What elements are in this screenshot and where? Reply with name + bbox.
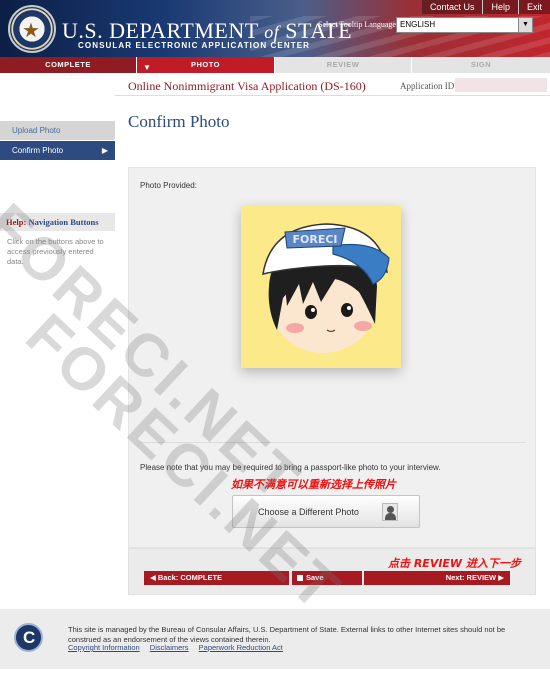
language-value: ENGLISH <box>400 20 436 29</box>
svg-text:FORECI: FORECI <box>292 233 337 246</box>
department-subtitle: CONSULAR ELECTRONIC APPLICATION CENTER <box>78 41 311 50</box>
next-review-button[interactable]: Next: REVIEW ▶ <box>364 571 510 585</box>
language-label: Select Tooltip Language <box>318 20 396 29</box>
footer-disclaimer: This site is managed by the Bureau of Co… <box>68 625 506 644</box>
choose-different-photo-button[interactable]: Choose a Different Photo <box>232 495 420 528</box>
consular-affairs-logo: C <box>14 623 43 652</box>
chevron-right-icon: ▶ <box>101 146 108 155</box>
uploaded-photo: FORECI <box>241 206 401 368</box>
interview-photo-note: Please note that you may be required to … <box>140 463 441 472</box>
save-disk-icon <box>296 574 304 582</box>
person-icon <box>382 503 398 521</box>
sidebar-nav: Upload Photo Confirm Photo ▶ <box>0 121 115 161</box>
top-links: Contact Us Help Exit <box>421 0 550 14</box>
footer-links: Copyright Information Disclaimers Paperw… <box>68 643 291 652</box>
next-arrow-icon: ▶ <box>498 573 504 582</box>
help-prefix: Help: <box>6 217 27 227</box>
save-button-label: Save <box>306 573 324 582</box>
back-button-label: Back: COMPLETE <box>157 573 223 582</box>
photo-provided-label: Photo Provided: <box>140 181 197 190</box>
annotation-choose-photo: 如果不满意可以重新选择上传照片 <box>231 478 396 491</box>
progress-steps: COMPLETE ▼ PHOTO REVIEW SIGN <box>0 57 550 73</box>
help-text: Click on the buttons above to access pre… <box>7 237 104 266</box>
help-link[interactable]: Help <box>482 0 518 14</box>
contact-us-link[interactable]: Contact Us <box>422 0 483 14</box>
application-id-label: Application ID <box>400 81 455 91</box>
step-photo-label: PHOTO <box>190 60 221 69</box>
language-select[interactable]: ENGLISH ▼ <box>396 17 533 33</box>
step-complete[interactable]: COMPLETE <box>0 57 137 73</box>
back-arrow-icon: ◀ <box>150 573 156 582</box>
save-button[interactable]: Save <box>292 571 362 585</box>
annotation-next-review: 点击 REVIEW 进入下一步 <box>388 557 521 570</box>
disclaimers-link[interactable]: Disclaimers <box>150 643 189 652</box>
step-photo[interactable]: ▼ PHOTO <box>137 57 275 73</box>
step-sign: SIGN <box>412 57 550 73</box>
back-complete-button[interactable]: ◀ Back: COMPLETE <box>144 571 289 585</box>
sidebar-item-label: Confirm Photo <box>12 146 64 155</box>
choose-button-label: Choose a Different Photo <box>258 507 359 517</box>
exit-link[interactable]: Exit <box>517 0 550 14</box>
help-title: Navigation Buttons <box>28 217 99 227</box>
application-id-redacted <box>455 78 547 92</box>
next-button-label: Next: REVIEW <box>445 573 497 582</box>
page-title: Confirm Photo <box>128 112 230 131</box>
copyright-link[interactable]: Copyright Information <box>68 643 140 652</box>
application-title-row: Online Nonimmigrant Visa Application (DS… <box>115 73 550 96</box>
sidebar-item-confirm-photo[interactable]: Confirm Photo ▶ <box>0 141 115 160</box>
site-footer: C This site is managed by the Bureau of … <box>0 609 550 669</box>
sidebar-item-upload-photo[interactable]: Upload Photo <box>0 121 115 140</box>
divider <box>140 442 525 443</box>
help-heading: Help: Navigation Buttons <box>0 213 115 231</box>
chevron-down-icon: ▼ <box>518 18 532 32</box>
step-review: REVIEW <box>275 57 412 73</box>
application-title: Online Nonimmigrant Visa Application (DS… <box>128 79 366 93</box>
paperwork-reduction-link[interactable]: Paperwork Reduction Act <box>199 643 283 652</box>
cartoon-avatar-illustration: FORECI <box>241 206 401 368</box>
state-department-seal: ★ <box>8 5 56 53</box>
site-header: ★ U.S. DEPARTMENT of STATE CONSULAR ELEC… <box>0 0 550 57</box>
